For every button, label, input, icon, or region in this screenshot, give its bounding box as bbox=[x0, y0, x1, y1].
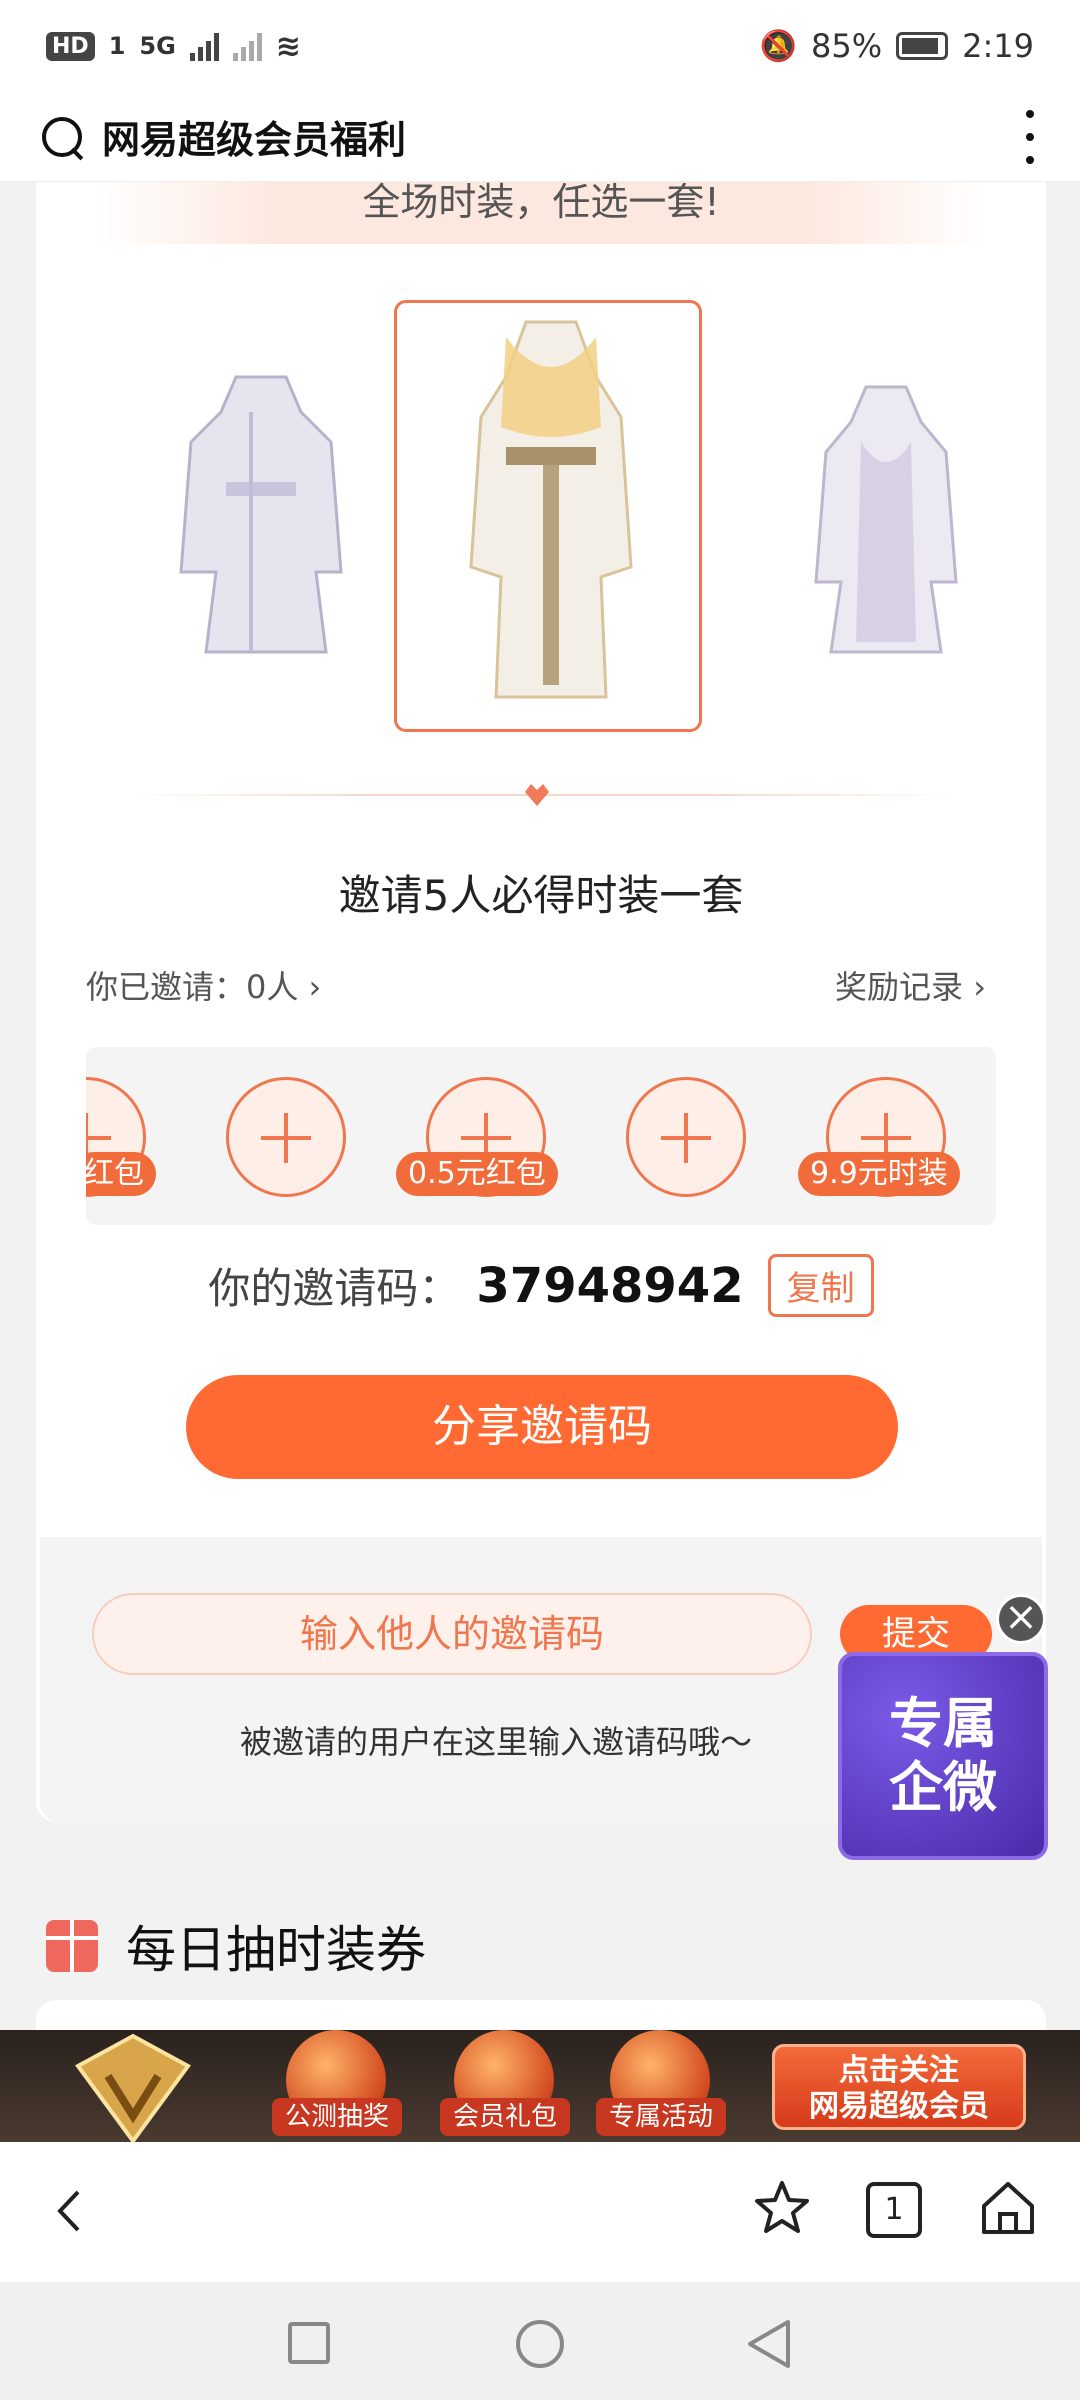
reward-record-link[interactable]: 奖励记录 › bbox=[835, 962, 986, 1008]
invite-slot-4[interactable] bbox=[626, 1077, 746, 1197]
invited-count-link[interactable]: 你已邀请：0人 › bbox=[86, 962, 321, 1008]
outfit-selected[interactable] bbox=[451, 317, 651, 717]
browser-toolbar: 1 bbox=[0, 2142, 1080, 2282]
share-code-button[interactable]: 分享邀请码 bbox=[186, 1375, 898, 1479]
invited-count-label: 你已邀请：0人 bbox=[86, 968, 299, 1006]
clock: 2:19 bbox=[962, 27, 1034, 65]
ad-item-gift-label: 会员礼包 bbox=[440, 2098, 570, 2136]
chevron-right-icon: › bbox=[973, 968, 986, 1006]
battery-percent: 85% bbox=[811, 27, 883, 65]
invite-code-row: 你的邀请码： 37948942 复制 bbox=[36, 1254, 1046, 1317]
copy-button[interactable]: 复制 bbox=[767, 1254, 874, 1317]
ad-bar: 公测抽奖 会员礼包 专属活动 点击关注 网易超级会员 bbox=[0, 2030, 1080, 2145]
sim-index: 1 bbox=[108, 32, 126, 60]
gift-icon bbox=[46, 1920, 98, 1972]
recents-icon[interactable] bbox=[288, 2322, 330, 2364]
status-bar: HD 1 5G ≋ 🔕 85% 2:19 bbox=[0, 0, 1080, 92]
reward-record-label: 奖励记录 bbox=[835, 968, 964, 1006]
page-title: 网易超级会员福利 bbox=[102, 118, 407, 162]
battery-icon bbox=[896, 32, 949, 60]
ad-item-gift[interactable]: 会员礼包 bbox=[440, 2030, 570, 2142]
chevron-right-icon: › bbox=[308, 968, 322, 1006]
search-icon[interactable] bbox=[40, 115, 84, 159]
home-nav-icon[interactable] bbox=[516, 2320, 564, 2368]
outfit-right[interactable] bbox=[806, 382, 966, 662]
invite-code-label: 你的邀请码： bbox=[208, 1264, 461, 1313]
daily-section-header: 每日抽时装券 bbox=[46, 1910, 426, 1982]
invite-slots: 红包 0.5元红包 9.9元时装 bbox=[86, 1047, 996, 1225]
follow-line-2: 网易超级会员 bbox=[809, 2089, 989, 2124]
invite-code-value: 37948942 bbox=[476, 1257, 744, 1314]
signal-icon bbox=[189, 31, 219, 61]
promo-line-1: 专属 bbox=[889, 1692, 997, 1755]
ad-item-lottery-label: 公测抽奖 bbox=[272, 2098, 402, 2136]
status-left: HD 1 5G ≋ bbox=[46, 29, 301, 64]
slot-badge-5: 9.9元时装 bbox=[798, 1152, 960, 1196]
wifi-icon: ≋ bbox=[275, 28, 301, 64]
promo-line-2: 企微 bbox=[889, 1756, 997, 1819]
home-icon[interactable] bbox=[976, 2176, 1040, 2240]
brand-logo-icon bbox=[75, 2033, 191, 2145]
more-menu-icon[interactable] bbox=[1020, 110, 1040, 164]
daily-title: 每日抽时装券 bbox=[126, 1921, 426, 1979]
star-icon[interactable] bbox=[752, 2178, 812, 2238]
slot-badge-3: 0.5元红包 bbox=[396, 1152, 558, 1196]
outfit-left[interactable] bbox=[166, 372, 356, 662]
network-label: 5G bbox=[139, 32, 176, 60]
wecom-promo-badge[interactable]: 专属 企微 bbox=[838, 1652, 1048, 1860]
back-icon[interactable] bbox=[46, 2186, 96, 2236]
ad-item-lottery[interactable]: 公测抽奖 bbox=[272, 2030, 402, 2142]
ad-item-activity[interactable]: 专属活动 bbox=[596, 2030, 726, 2142]
follow-button[interactable]: 点击关注 网易超级会员 bbox=[772, 2044, 1026, 2130]
slot-badge-1: 红包 bbox=[86, 1152, 156, 1196]
ad-item-activity-label: 专属活动 bbox=[596, 2098, 726, 2136]
app-header: 网易超级会员福利 bbox=[0, 92, 1080, 182]
heart-gem-icon bbox=[525, 784, 549, 806]
system-nav-bar bbox=[0, 2282, 1080, 2400]
invite-slot-2[interactable] bbox=[226, 1077, 346, 1197]
banner-text: 全场时装，任选一套! bbox=[96, 182, 986, 244]
back-nav-icon[interactable] bbox=[744, 2318, 794, 2370]
status-right: 🔕 85% 2:19 bbox=[760, 27, 1034, 65]
close-icon[interactable]: × bbox=[996, 1594, 1046, 1644]
follow-line-1: 点击关注 bbox=[839, 2053, 959, 2088]
invite-title: 邀请5人必得时装一套 bbox=[338, 871, 744, 920]
invite-card: 全场时装，任选一套! 邀请5人必得时装一套 你已邀请：0人 › 奖励记录 › 红… bbox=[36, 182, 1046, 1822]
hd-badge: HD bbox=[46, 31, 95, 61]
mute-bell-icon: 🔕 bbox=[759, 28, 798, 64]
signal-icon-2 bbox=[232, 31, 262, 61]
invite-code-input[interactable]: 输入他人的邀请码 bbox=[92, 1593, 812, 1675]
tabs-button[interactable]: 1 bbox=[866, 2182, 922, 2238]
